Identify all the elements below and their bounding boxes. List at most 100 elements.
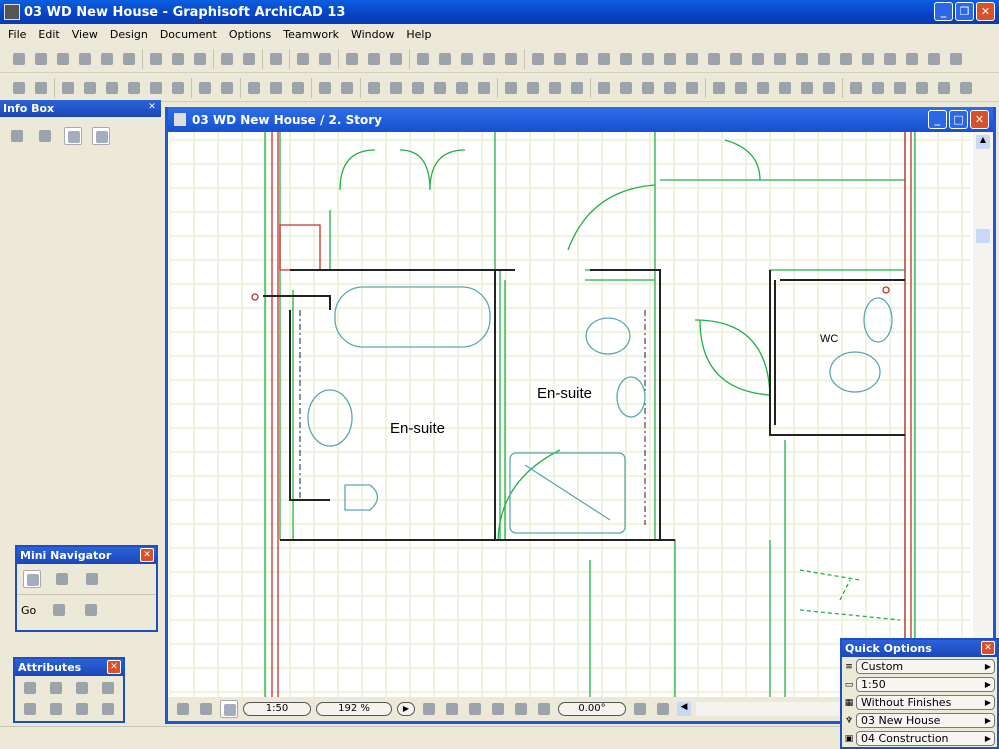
doc-close-button[interactable]: ✕ bbox=[970, 110, 989, 129]
zoom-to-selection-icon[interactable] bbox=[420, 700, 438, 718]
go-button[interactable]: Go bbox=[21, 604, 36, 617]
tb1-tool-icon-35[interactable] bbox=[815, 50, 833, 68]
tb2-tool-icon-30[interactable] bbox=[710, 79, 728, 97]
scroll-left-button[interactable]: ◀ bbox=[677, 702, 691, 716]
tb2-tool-icon-36[interactable] bbox=[847, 79, 865, 97]
tb2-tool-icon-3[interactable] bbox=[81, 79, 99, 97]
tb1-tool-icon-31[interactable] bbox=[727, 50, 745, 68]
tb2-tool-icon-13[interactable] bbox=[316, 79, 334, 97]
tb1-tool-icon-34[interactable] bbox=[793, 50, 811, 68]
tb1-tool-icon-22[interactable] bbox=[529, 50, 547, 68]
tb2-tool-icon-15[interactable] bbox=[365, 79, 383, 97]
tb2-tool-icon-18[interactable] bbox=[431, 79, 449, 97]
tb1-tool-icon-30[interactable] bbox=[705, 50, 723, 68]
tb2-tool-icon-37[interactable] bbox=[869, 79, 887, 97]
tb1-tool-icon-38[interactable] bbox=[881, 50, 899, 68]
tb1-tool-icon-1[interactable] bbox=[32, 50, 50, 68]
tb2-tool-icon-23[interactable] bbox=[546, 79, 564, 97]
menu-design[interactable]: Design bbox=[104, 28, 154, 41]
tb1-tool-icon-25[interactable] bbox=[595, 50, 613, 68]
tb2-tool-icon-20[interactable] bbox=[475, 79, 493, 97]
tb2-tool-icon-21[interactable] bbox=[502, 79, 520, 97]
zoom-out-icon[interactable] bbox=[466, 700, 484, 718]
tb1-tool-icon-16[interactable] bbox=[387, 50, 405, 68]
tb2-tool-icon-40[interactable] bbox=[935, 79, 953, 97]
tb2-tool-icon-41[interactable] bbox=[957, 79, 975, 97]
tb1-tool-icon-41[interactable] bbox=[947, 50, 965, 68]
walk-icon[interactable] bbox=[82, 601, 100, 619]
tb1-tool-icon-9[interactable] bbox=[218, 50, 236, 68]
tb1-tool-icon-0[interactable] bbox=[10, 50, 28, 68]
tb2-tool-icon-38[interactable] bbox=[891, 79, 909, 97]
tb2-tool-icon-7[interactable] bbox=[169, 79, 187, 97]
tb1-tool-icon-23[interactable] bbox=[551, 50, 569, 68]
layout-book-icon[interactable] bbox=[83, 570, 101, 588]
tb2-tool-icon-5[interactable] bbox=[125, 79, 143, 97]
menu-help[interactable]: Help bbox=[400, 28, 437, 41]
tb1-tool-icon-28[interactable] bbox=[661, 50, 679, 68]
update-zoom-icon[interactable] bbox=[220, 700, 238, 718]
tb2-tool-icon-12[interactable] bbox=[289, 79, 307, 97]
tb2-tool-icon-8[interactable] bbox=[196, 79, 214, 97]
tb2-tool-icon-17[interactable] bbox=[409, 79, 427, 97]
tb2-tool-icon-22[interactable] bbox=[524, 79, 542, 97]
menu-edit[interactable]: Edit bbox=[32, 28, 65, 41]
scroll-up-button[interactable]: ▲ bbox=[976, 135, 990, 149]
dimension-select[interactable]: 04 Construction bbox=[856, 731, 995, 746]
tb1-tool-icon-13[interactable] bbox=[316, 50, 334, 68]
pens-colors-icon[interactable] bbox=[21, 679, 39, 697]
tb2-tool-icon-2[interactable] bbox=[59, 79, 77, 97]
tb1-tool-icon-2[interactable] bbox=[54, 50, 72, 68]
tb1-tool-icon-17[interactable] bbox=[414, 50, 432, 68]
tb1-tool-icon-37[interactable] bbox=[859, 50, 877, 68]
tb2-tool-icon-24[interactable] bbox=[568, 79, 586, 97]
tb2-tool-icon-1[interactable] bbox=[32, 79, 50, 97]
tb1-tool-icon-15[interactable] bbox=[365, 50, 383, 68]
tb2-tool-icon-9[interactable] bbox=[218, 79, 236, 97]
model-view-select[interactable]: Without Finishes bbox=[856, 695, 995, 710]
tb2-tool-icon-29[interactable] bbox=[683, 79, 701, 97]
tb2-tool-icon-32[interactable] bbox=[754, 79, 772, 97]
vertical-scrollbar[interactable]: ▲ bbox=[973, 132, 993, 700]
tb1-tool-icon-5[interactable] bbox=[120, 50, 138, 68]
next-zoom-icon[interactable] bbox=[654, 700, 672, 718]
arrow-tool-icon[interactable] bbox=[92, 127, 110, 145]
tb2-tool-icon-25[interactable] bbox=[595, 79, 613, 97]
tb2-tool-icon-34[interactable] bbox=[798, 79, 816, 97]
tb2-tool-icon-16[interactable] bbox=[387, 79, 405, 97]
doc-maximize-button[interactable]: □ bbox=[949, 110, 968, 129]
menu-teamwork[interactable]: Teamwork bbox=[277, 28, 345, 41]
tb1-tool-icon-29[interactable] bbox=[683, 50, 701, 68]
selection-shape-icon[interactable] bbox=[36, 127, 54, 145]
markup-styles-icon[interactable] bbox=[73, 700, 91, 718]
tb2-tool-icon-26[interactable] bbox=[617, 79, 635, 97]
explore-icon[interactable] bbox=[50, 601, 68, 619]
minimize-button[interactable]: _ bbox=[934, 2, 953, 21]
tb2-tool-icon-28[interactable] bbox=[661, 79, 679, 97]
pen-set-select[interactable]: 03 New House bbox=[856, 713, 995, 728]
tb2-tool-icon-27[interactable] bbox=[639, 79, 657, 97]
tb2-tool-icon-0[interactable] bbox=[10, 79, 28, 97]
previous-zoom-icon[interactable] bbox=[631, 700, 649, 718]
zoom-field[interactable]: 192 % bbox=[316, 702, 392, 716]
tb1-tool-icon-26[interactable] bbox=[617, 50, 635, 68]
tb1-tool-icon-14[interactable] bbox=[343, 50, 361, 68]
view-map-icon[interactable] bbox=[53, 570, 71, 588]
close-icon[interactable]: ✕ bbox=[140, 548, 154, 562]
tb1-tool-icon-21[interactable] bbox=[502, 50, 520, 68]
close-button[interactable]: ✕ bbox=[976, 2, 995, 21]
fit-in-window-icon[interactable] bbox=[512, 700, 530, 718]
layer-combination-select[interactable]: Custom bbox=[856, 659, 995, 674]
tb2-tool-icon-35[interactable] bbox=[820, 79, 838, 97]
close-icon[interactable]: ✕ bbox=[107, 660, 121, 674]
tb2-tool-icon-31[interactable] bbox=[732, 79, 750, 97]
zoom-menu-button[interactable]: ▶ bbox=[397, 702, 415, 716]
geometry-method-icon[interactable] bbox=[8, 127, 26, 145]
rotate-view-icon[interactable] bbox=[535, 700, 553, 718]
composites-icon[interactable] bbox=[99, 679, 117, 697]
tb1-tool-icon-6[interactable] bbox=[147, 50, 165, 68]
tb2-tool-icon-14[interactable] bbox=[338, 79, 356, 97]
tb1-tool-icon-19[interactable] bbox=[458, 50, 476, 68]
marquee-icon[interactable] bbox=[64, 127, 82, 145]
tb1-tool-icon-11[interactable] bbox=[267, 50, 285, 68]
